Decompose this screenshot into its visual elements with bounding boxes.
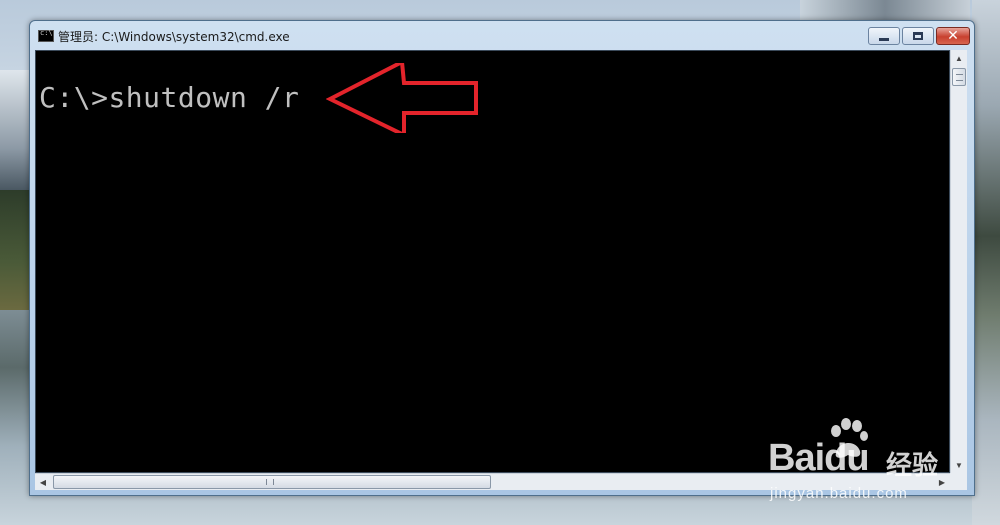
close-button[interactable]: ✕ — [936, 27, 970, 45]
window-title: 管理员: C:\Windows\system32\cmd.exe — [58, 30, 290, 44]
scroll-up-icon[interactable]: ▲ — [951, 50, 967, 66]
command-line: C:\>shutdown /r — [39, 81, 299, 114]
watermark-logo: Baidu — [768, 437, 870, 479]
minimize-icon — [879, 37, 889, 41]
red-arrow-shape — [326, 63, 478, 133]
watermark-suffix: 经验 — [886, 451, 939, 481]
desktop-background-trees — [0, 190, 30, 310]
desktop-background-mountain — [0, 70, 30, 200]
vertical-scroll-thumb[interactable] — [952, 68, 966, 86]
command-prompt: C:\> — [39, 81, 109, 114]
scroll-left-icon[interactable]: ◀ — [35, 474, 51, 490]
watermark-url: jingyan.baidu.com — [770, 485, 908, 502]
console-output[interactable]: C:\>shutdown /r — [35, 50, 950, 473]
desktop-background-peak — [800, 0, 970, 22]
horizontal-scroll-thumb[interactable] — [53, 475, 491, 489]
minimize-button[interactable] — [868, 27, 900, 45]
maximize-button[interactable] — [902, 27, 934, 45]
cmd-app-icon[interactable] — [38, 29, 54, 42]
baidu-watermark: Baidu 经验 jingyan.baidu.com — [768, 415, 978, 510]
maximize-icon — [913, 32, 923, 40]
close-icon: ✕ — [947, 28, 959, 44]
title-bar[interactable]: 管理员: C:\Windows\system32\cmd.exe ✕ — [30, 21, 974, 51]
vertical-scrollbar[interactable]: ▲ ▼ — [950, 50, 967, 473]
red-arrow-annotation — [326, 63, 478, 133]
command-text: shutdown /r — [108, 81, 300, 114]
